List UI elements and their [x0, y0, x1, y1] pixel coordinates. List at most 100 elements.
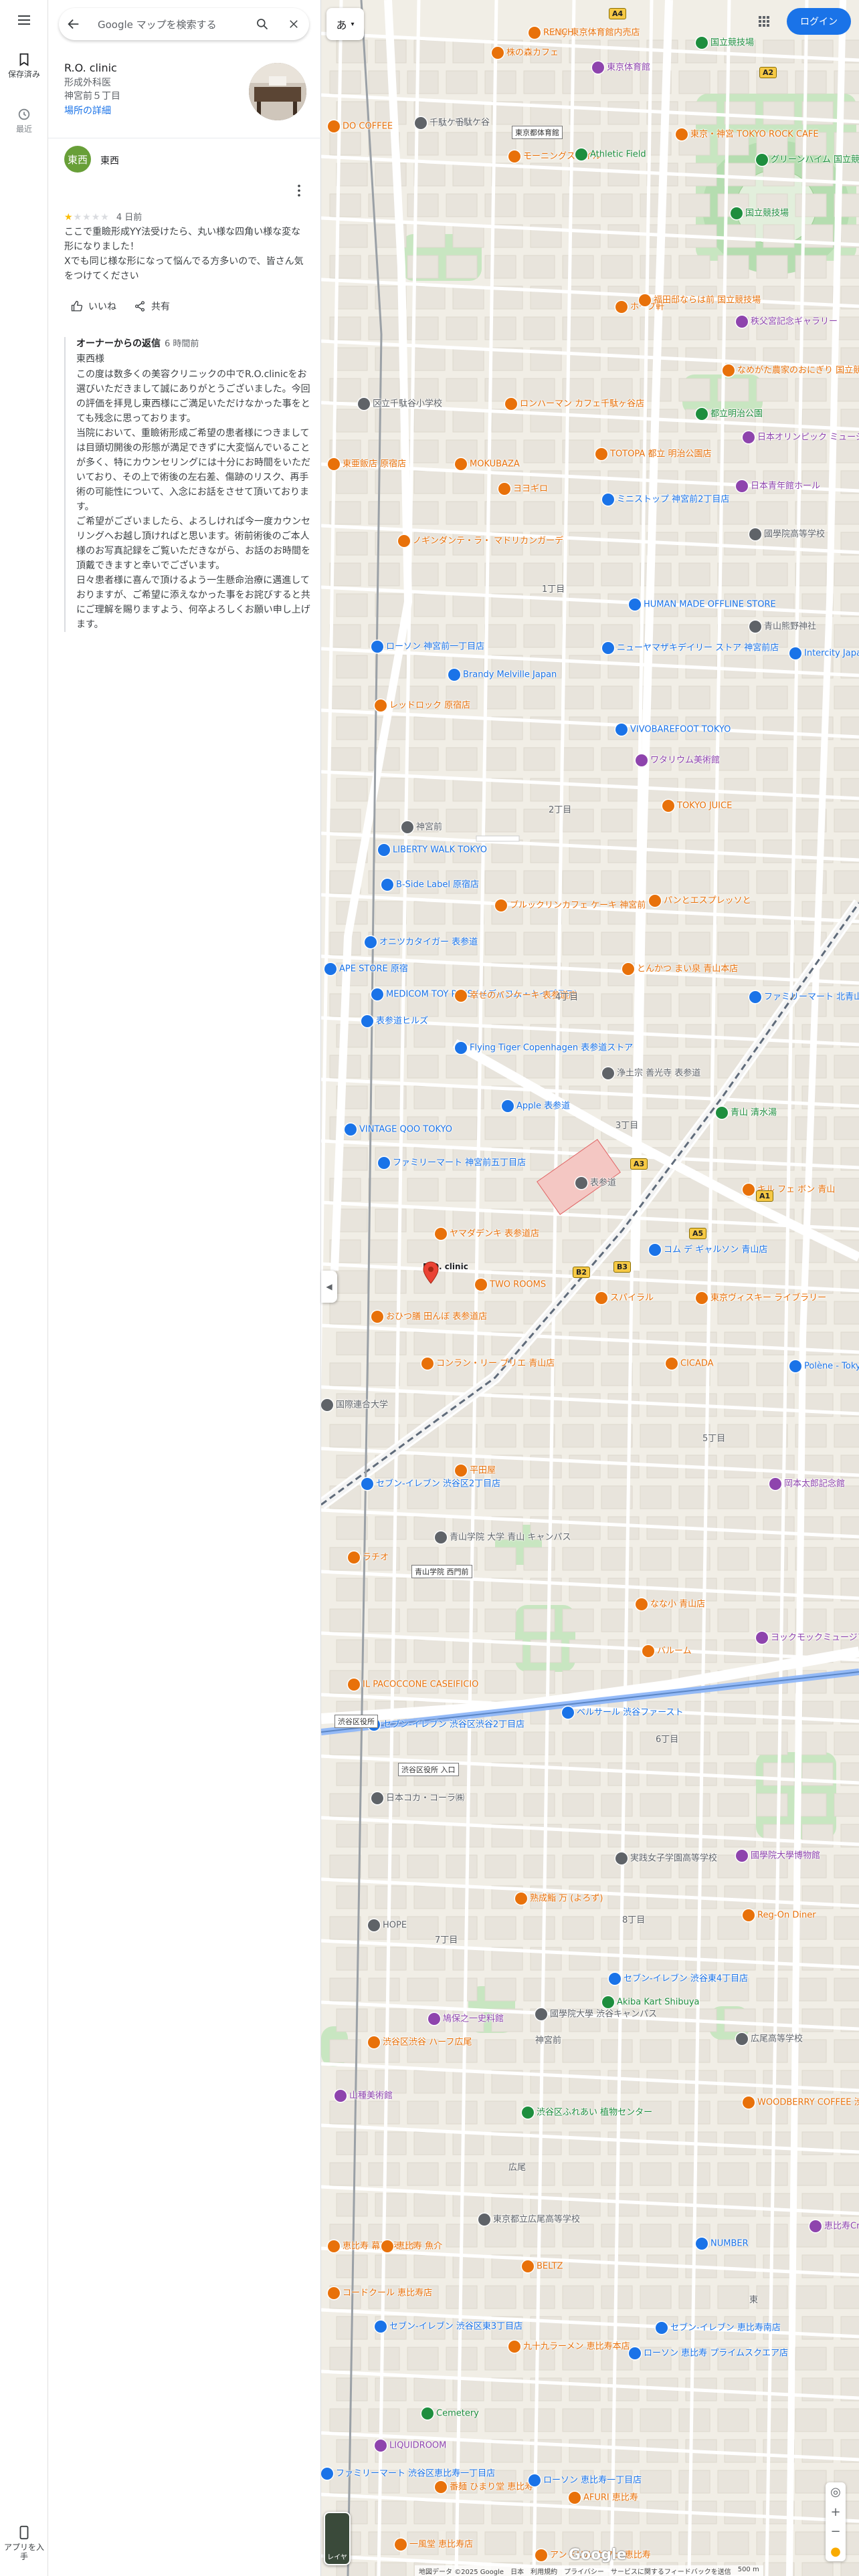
- map-place-label[interactable]: Polène - Tokyo: [789, 1360, 859, 1372]
- map-place-label[interactable]: 東京・神宮 TOKYO ROCK CAFE: [676, 128, 819, 140]
- map-place-label[interactable]: 神宮前: [401, 821, 442, 833]
- map-place-label[interactable]: WOODBERRY COFFEE 渋谷店: [743, 2097, 859, 2109]
- station-exit-badge[interactable]: A1: [756, 1190, 774, 1202]
- map-place-label[interactable]: 東京ヴィスキー ライブラリー: [696, 1292, 826, 1304]
- map-place-label[interactable]: AFURI 恵比寿: [569, 2492, 638, 2504]
- ime-toggle[interactable]: あ ▾: [326, 8, 364, 40]
- get-app-button[interactable]: アプリを入手: [0, 2525, 48, 2561]
- map-place-label[interactable]: 青山熊野神社: [749, 621, 816, 633]
- footer-item[interactable]: 地図データ ©2025 Google: [419, 2566, 504, 2576]
- station-exit-badge[interactable]: B2: [573, 1267, 591, 1278]
- map-place-label[interactable]: 平田屋: [455, 1465, 496, 1477]
- map-place-label[interactable]: ワタリウム美術館: [636, 754, 720, 766]
- map-place-label[interactable]: ファミリーマート 渋谷区恵比寿一丁目店: [321, 2468, 495, 2480]
- map-place-label[interactable]: 都立明治公園: [696, 408, 763, 420]
- share-button[interactable]: 共有: [134, 300, 170, 313]
- map-place-label[interactable]: Cemetery: [421, 2407, 479, 2420]
- bus-stop-label[interactable]: 東京都体育館: [512, 126, 563, 139]
- map-place-label[interactable]: 東京体育館: [592, 62, 650, 74]
- map-place-label[interactable]: BELTZ: [522, 2260, 563, 2272]
- footer-item[interactable]: 500 m: [738, 2566, 759, 2575]
- map-place-label[interactable]: Brandy Melville Japan: [448, 669, 557, 681]
- station-exit-badge[interactable]: A2: [759, 67, 777, 78]
- bus-stop-label[interactable]: 青山学院 西門前: [411, 1565, 472, 1578]
- map-place-label[interactable]: LIBERTY WALK TOKYO: [378, 844, 487, 856]
- like-button[interactable]: いいね: [71, 300, 116, 313]
- map-place-label[interactable]: レッドロック 原宿店: [375, 700, 470, 712]
- avatar[interactable]: 東西: [64, 146, 91, 173]
- footer-item[interactable]: プライバシー: [564, 2566, 604, 2576]
- map-place-label[interactable]: HUMAN MADE OFFLINE STORE: [629, 599, 776, 611]
- map-place-label[interactable]: 国立競技場: [696, 37, 754, 49]
- map-place-label[interactable]: 一風堂 恵比寿店: [395, 2539, 473, 2551]
- layers-button[interactable]: レイヤ: [324, 2512, 351, 2565]
- map-place-label[interactable]: バルーム: [642, 1645, 692, 1657]
- map-place-label[interactable]: ロンハーマン カフェ千駄ヶ谷店: [505, 398, 644, 410]
- map-place-label[interactable]: Flying Tiger Copenhagen 表参道ストア: [455, 1042, 633, 1054]
- map-place-label[interactable]: 恵比寿 魚介: [381, 2240, 442, 2252]
- recent-button[interactable]: 最近: [0, 107, 48, 134]
- back-arrow-icon[interactable]: [59, 17, 88, 31]
- map-place-label[interactable]: ミニストップ 神宮前2丁目店: [602, 494, 729, 506]
- map-place-label[interactable]: 恵比寿Creato: [809, 2220, 859, 2232]
- pegman-icon[interactable]: ●: [830, 2545, 841, 2559]
- map-place-label[interactable]: 渋谷区ふれあい 植物センター: [522, 2107, 652, 2119]
- map-place-label[interactable]: 福田邸ならは前 国立競技場: [639, 294, 761, 306]
- map-place-label[interactable]: 日本オリンピック ミュージアム: [743, 431, 859, 443]
- map-place-label[interactable]: Athletic Field: [575, 148, 646, 160]
- map-place-label[interactable]: ヨヨギロ: [498, 483, 548, 495]
- more-options-button[interactable]: [292, 182, 306, 199]
- map-place-label[interactable]: Reg-On Diner: [743, 1909, 816, 1921]
- map-place-label[interactable]: RENCH: [529, 27, 574, 39]
- map-place-label[interactable]: 岡本太郎記念館: [769, 1478, 845, 1490]
- map-place-label[interactable]: VINTAGE QOO TOKYO: [345, 1123, 452, 1136]
- map-place-label[interactable]: 国際連合大学: [321, 1399, 388, 1411]
- selected-place-pin[interactable]: R.O. clinic: [423, 1261, 468, 1284]
- map-place-label[interactable]: セブン-イレブン 渋谷東4丁目店: [609, 1973, 748, 1985]
- map-place-label[interactable]: セブン-イレブン 渋谷区2丁目店: [361, 1478, 500, 1490]
- map-place-label[interactable]: TOKYO JUICE: [662, 800, 732, 812]
- map-place-label[interactable]: TOTOPA 都立 明治公園店: [595, 448, 712, 460]
- station-exit-badge[interactable]: A5: [689, 1228, 707, 1239]
- footer-item[interactable]: 日本: [510, 2566, 524, 2576]
- map-place-label[interactable]: 浄土宗 善光寺 表参道: [602, 1067, 700, 1079]
- close-icon[interactable]: [278, 18, 309, 30]
- footer-item[interactable]: 利用規約: [531, 2566, 557, 2576]
- bus-stop-label[interactable]: 渋谷区役所: [335, 1715, 378, 1728]
- map-place-label[interactable]: セブン-イレブン 恵比寿南店: [656, 2322, 781, 2334]
- apps-button[interactable]: [752, 9, 776, 33]
- map-place-label[interactable]: パンとエスプレッソと: [649, 895, 751, 907]
- map-place-label[interactable]: Akiba Kart Shibuya: [602, 1996, 699, 2008]
- map-place-label[interactable]: オニツカタイガー 表参道: [365, 936, 478, 948]
- map-place-label[interactable]: ファミリーマート 北青山三丁目店: [749, 991, 859, 1003]
- map-place-label[interactable]: Intercity Japan Hair Salon Tokyo: [789, 647, 859, 659]
- map-place-label[interactable]: ラチオ: [348, 1551, 389, 1564]
- collapse-panel-button[interactable]: ◀: [321, 1271, 337, 1303]
- map-place-label[interactable]: ニューヤマザキデイリー ストア 神宮前店: [602, 642, 779, 654]
- map-place-label[interactable]: HOPE: [368, 1919, 407, 1931]
- map-place-label[interactable]: 日本コカ・コーラ㈱: [371, 1792, 464, 1804]
- bus-stop-label[interactable]: 渋谷区役所 入口: [398, 1763, 459, 1776]
- map-place-label[interactable]: ローソン 神宮前一丁目店: [371, 641, 484, 653]
- map-place-label[interactable]: 実践女子学園高等学校: [615, 1852, 717, 1864]
- map-place-label[interactable]: LIQUIDROOM: [375, 2440, 446, 2452]
- map-place-label[interactable]: ファミリーマート 神宮前五丁目店: [378, 1157, 526, 1169]
- map-place-label[interactable]: 熟成鮨 万 (よろず): [515, 1893, 603, 1905]
- map-place-label[interactable]: ノギンダンテ・ラ・ マドリカンガーデ: [398, 535, 563, 547]
- map-place-label[interactable]: 青山学院 大学 青山 キャンパス: [435, 1531, 571, 1543]
- zoom-in-button[interactable]: +: [830, 2505, 840, 2519]
- map-place-label[interactable]: ローソン 恵比寿 プライムスクエア店: [629, 2347, 788, 2359]
- reviewer-name[interactable]: 東西: [100, 154, 119, 167]
- map-place-label[interactable]: 山種美術館: [335, 2090, 393, 2102]
- map-place-label[interactable]: 鳩保之一史料館: [428, 2013, 504, 2025]
- map-place-label[interactable]: B-Side Label 原宿店: [381, 879, 479, 891]
- map-place-label[interactable]: 國學院高等学校: [749, 528, 825, 540]
- map-place-label[interactable]: ヤマダデンキ 表参道店: [435, 1228, 539, 1240]
- map-place-label[interactable]: ブルックリンカフェ ケーキ 神宮前: [495, 899, 646, 911]
- map-place-label[interactable]: 渋谷区渋谷 ハーフ広尾: [368, 2036, 472, 2048]
- map-place-label[interactable]: Apple 表参道: [502, 1100, 570, 1112]
- map-place-label[interactable]: なめがた農家のおにぎり 国立競技場店: [723, 364, 859, 377]
- station-exit-badge[interactable]: A3: [630, 1158, 648, 1170]
- map-place-label[interactable]: IL PACOCCONE CASEIFICIO: [348, 1679, 478, 1691]
- map-place-label[interactable]: セブン-イレブン 渋谷区渋谷2丁目店: [368, 1719, 524, 1731]
